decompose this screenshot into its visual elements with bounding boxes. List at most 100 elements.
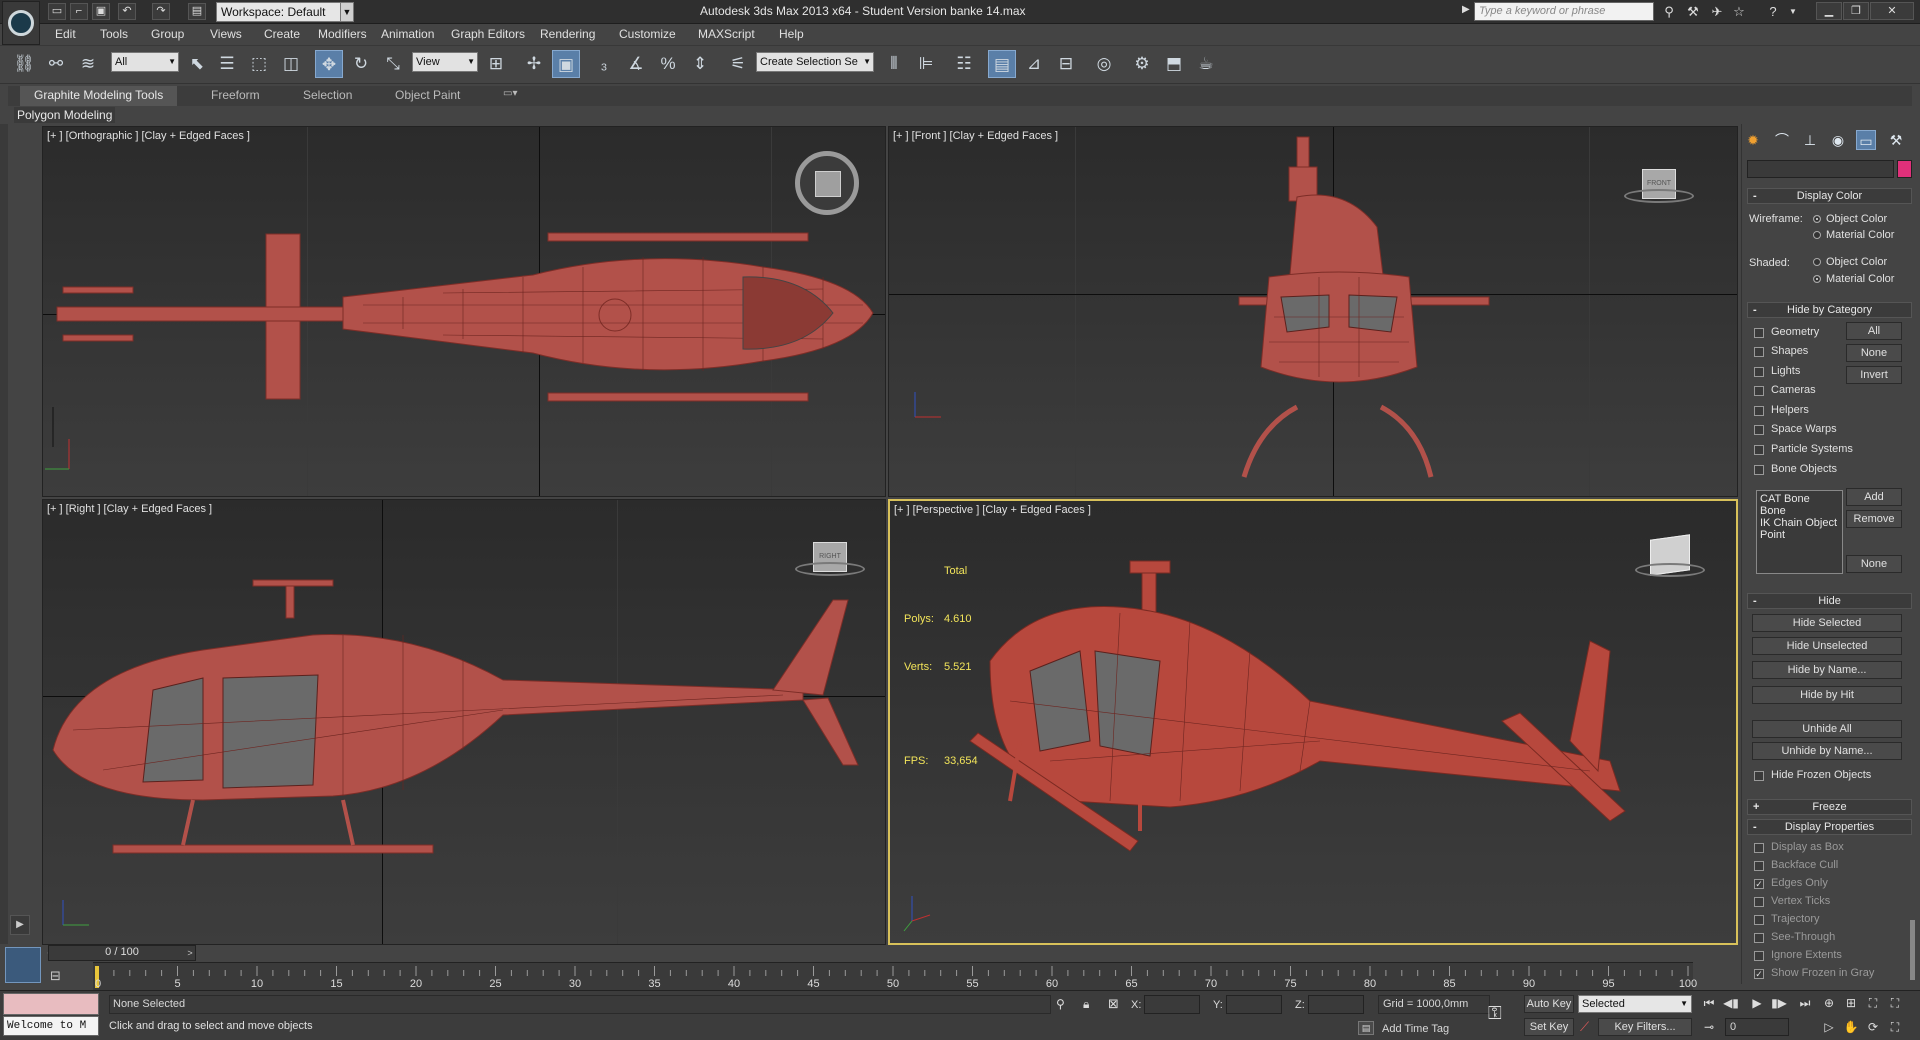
set-key-icon[interactable]: ⟋ — [1580, 1019, 1589, 1035]
go-to-start-icon[interactable]: ⏮ — [1700, 995, 1718, 1012]
next-key-icon[interactable]: ▮▶ — [1770, 995, 1788, 1012]
rollout-hide[interactable]: - Hide — [1747, 593, 1912, 609]
percent-snap-icon[interactable]: % — [654, 50, 682, 78]
wireframe-object-color-radio[interactable] — [1813, 215, 1821, 223]
current-frame-input[interactable]: 0 — [1725, 1018, 1789, 1036]
shaded-object-color-radio[interactable] — [1813, 258, 1821, 266]
keyboard-shortcut-override-icon[interactable]: ▣ — [552, 50, 580, 78]
viewport-front[interactable]: [+ ] [Front ] [Clay + Edged Faces ] FRON… — [888, 126, 1738, 497]
open-file-icon[interactable]: ⌐ — [70, 3, 88, 20]
field-of-view-icon[interactable]: ▷ — [1820, 1019, 1838, 1036]
hide-none-button[interactable]: None — [1846, 344, 1902, 362]
y-coordinate-input[interactable] — [1226, 995, 1282, 1014]
auto-key-button[interactable]: Auto Key — [1524, 995, 1574, 1013]
binoculars-icon[interactable]: ⚲ — [1660, 3, 1678, 20]
snaps-toggle-icon[interactable]: ₃ — [590, 50, 618, 78]
set-key-button[interactable]: Set Key — [1524, 1018, 1574, 1036]
trajectory-checkbox[interactable] — [1754, 915, 1764, 925]
motion-tab-icon[interactable]: ◉ — [1828, 130, 1848, 150]
unhide-all-button[interactable]: Unhide All — [1752, 720, 1902, 738]
isolate-selection-icon[interactable]: ⚲ — [1056, 997, 1065, 1011]
pivot-center-icon[interactable]: ⊞ — [482, 50, 510, 78]
tab-freeform[interactable]: Freeform — [211, 88, 260, 102]
hide-by-hit-button[interactable]: Hide by Hit — [1752, 686, 1902, 704]
shapes-checkbox[interactable] — [1754, 347, 1764, 357]
zoom-extents-all-icon[interactable]: ⛶ — [1886, 995, 1904, 1012]
x-coordinate-input[interactable] — [1144, 995, 1200, 1014]
select-by-name-icon[interactable]: ☰ — [213, 50, 241, 78]
edit-named-selection-icon[interactable]: ⚟ — [724, 50, 752, 78]
previous-key-icon[interactable]: ◀▮ — [1722, 995, 1740, 1012]
restore-button[interactable]: ❐ — [1843, 2, 1869, 20]
maxscript-listener-macro[interactable] — [3, 993, 99, 1015]
save-file-icon[interactable]: ▣ — [92, 3, 110, 20]
lock-icon[interactable]: 🔒︎ — [1083, 997, 1089, 1012]
mirror-icon[interactable]: ⫴ — [880, 50, 908, 78]
key-icon[interactable]: ⚿ — [1488, 1003, 1502, 1024]
zoom-extents-icon[interactable]: ⛶ — [1864, 995, 1882, 1012]
wireframe-material-color-radio[interactable] — [1813, 231, 1821, 239]
curve-editor-mini-icon[interactable]: ⊟ — [50, 968, 72, 986]
viewport-layout-icon[interactable] — [5, 947, 41, 983]
menu-group[interactable]: Group — [151, 27, 184, 41]
menu-tools[interactable]: Tools — [100, 27, 128, 41]
minimize-button[interactable]: ▁ — [1816, 2, 1842, 20]
menu-create[interactable]: Create — [264, 27, 300, 41]
selection-filter-dropdown[interactable]: All ▼ — [111, 52, 179, 72]
rollout-freeze[interactable]: + Freeze — [1747, 799, 1912, 815]
tab-graphite-modeling-tools[interactable]: Graphite Modeling Tools — [20, 86, 178, 106]
window-crossing-icon[interactable]: ◫ — [277, 50, 305, 78]
graphite-toggle-icon[interactable]: ▤ — [988, 50, 1016, 78]
select-and-scale-icon[interactable]: ⤡ — [379, 50, 407, 78]
new-file-icon[interactable]: ▭ — [48, 3, 66, 20]
menu-customize[interactable]: Customize — [619, 27, 676, 41]
select-and-rotate-icon[interactable]: ↻ — [347, 50, 375, 78]
geometry-checkbox[interactable] — [1754, 328, 1764, 338]
rollout-display-properties[interactable]: - Display Properties — [1747, 819, 1912, 835]
hide-frozen-checkbox[interactable] — [1754, 771, 1764, 781]
material-editor-icon[interactable]: ◎ — [1090, 50, 1118, 78]
display-tab-icon[interactable]: ▭ — [1856, 130, 1876, 150]
panel-polygon-modeling[interactable]: Polygon Modeling — [14, 107, 116, 123]
render-production-icon[interactable]: ☕ — [1192, 50, 1220, 78]
cameras-checkbox[interactable] — [1754, 386, 1764, 396]
backface-cull-checkbox[interactable] — [1754, 861, 1764, 871]
select-and-move-icon[interactable]: ✥ — [315, 50, 343, 78]
key-filters-button[interactable]: Key Filters... — [1598, 1018, 1692, 1036]
vertex-ticks-checkbox[interactable] — [1754, 897, 1764, 907]
communication-center-icon[interactable]: ✈ — [1708, 3, 1726, 20]
helpers-checkbox[interactable] — [1754, 406, 1764, 416]
edges-only-checkbox[interactable]: ✓ — [1754, 879, 1764, 889]
schematic-view-icon[interactable]: ⊟ — [1052, 50, 1080, 78]
chevron-down-icon[interactable]: ▼ — [340, 2, 354, 22]
subscription-icon[interactable]: ⚒ — [1684, 3, 1702, 20]
favorites-star-icon[interactable]: ☆ — [1730, 3, 1748, 20]
modify-tab-icon[interactable]: ⌒ — [1772, 130, 1792, 150]
workspace-dropdown[interactable]: Workspace: Default — [216, 2, 352, 22]
list-item[interactable]: CAT Bone — [1760, 493, 1839, 505]
space-warps-checkbox[interactable] — [1754, 425, 1764, 435]
next-frame-arrow-icon[interactable]: > — [184, 946, 196, 960]
menu-animation[interactable]: Animation — [381, 27, 434, 41]
application-button[interactable] — [2, 1, 40, 45]
layer-manager-icon[interactable]: ☷ — [950, 50, 978, 78]
go-to-end-icon[interactable]: ⏭ — [1796, 995, 1814, 1012]
maximize-viewport-icon[interactable]: ⛶ — [1886, 1019, 1904, 1036]
project-folder-icon[interactable]: ▤ — [188, 3, 206, 20]
chevron-down-icon[interactable]: ▼ — [1784, 3, 1802, 20]
absolute-mode-icon[interactable]: ⊠ — [1108, 996, 1119, 1012]
rollout-display-color[interactable]: - Display Color — [1747, 188, 1912, 204]
render-setup-icon[interactable]: ⚙ — [1128, 50, 1156, 78]
object-color-swatch[interactable] — [1897, 160, 1912, 178]
menu-modifiers[interactable]: Modifiers — [318, 27, 367, 41]
list-item[interactable]: IK Chain Object — [1760, 517, 1839, 529]
z-coordinate-input[interactable] — [1308, 995, 1364, 1014]
redo-icon[interactable]: ↷ — [152, 3, 170, 20]
add-time-tag[interactable]: Add Time Tag — [1382, 1023, 1449, 1035]
mini-listener-toggle-icon[interactable]: ▶ — [10, 915, 30, 935]
unlink-icon[interactable]: ⚯ — [42, 50, 70, 78]
ignore-extents-checkbox[interactable] — [1754, 951, 1764, 961]
menu-edit[interactable]: Edit — [55, 27, 76, 41]
link-icon[interactable]: ⛓ — [10, 50, 38, 78]
menu-help[interactable]: Help — [779, 27, 804, 41]
